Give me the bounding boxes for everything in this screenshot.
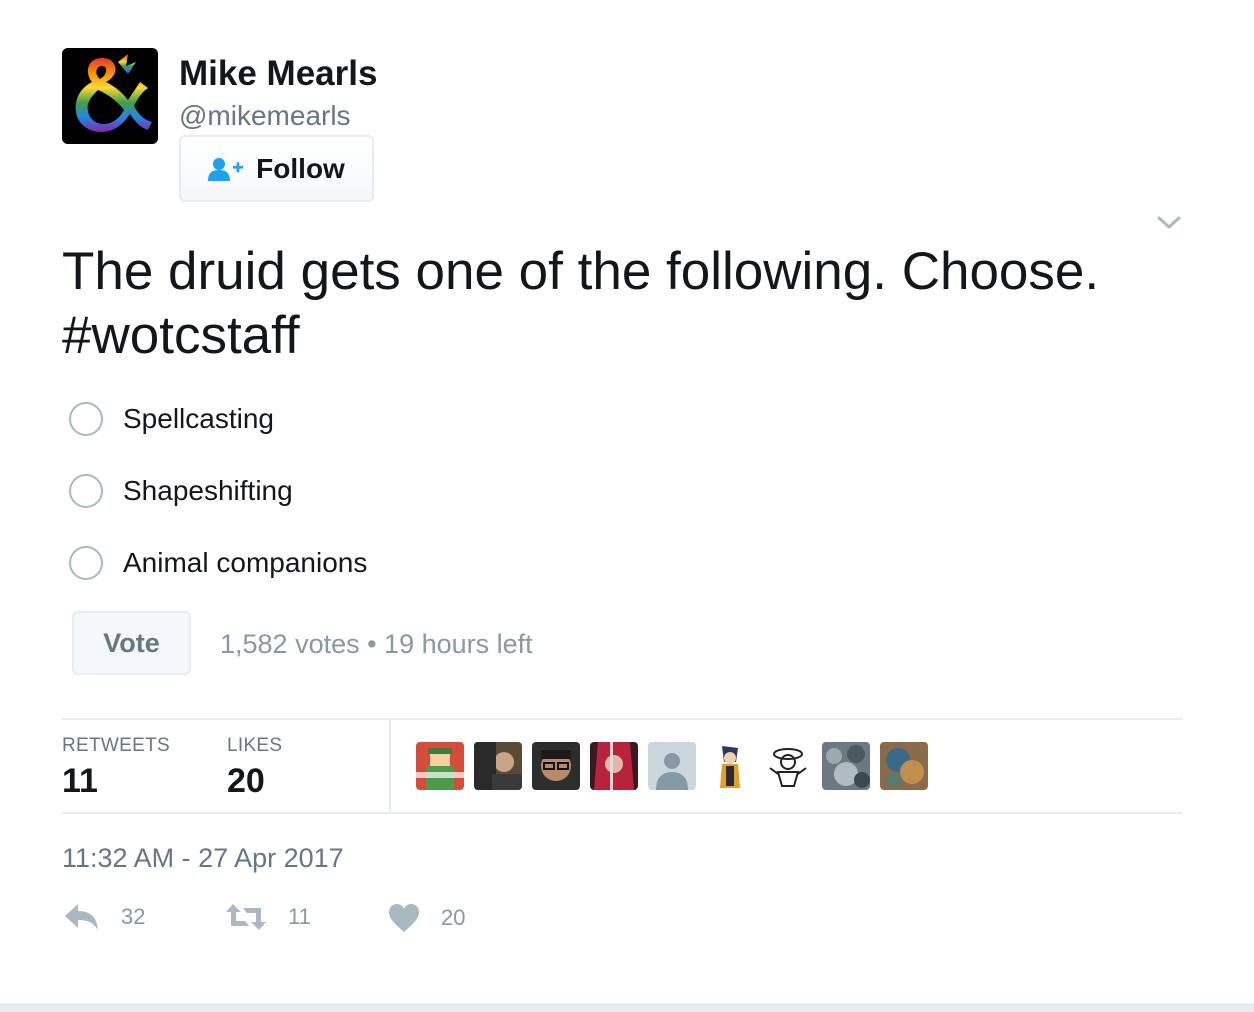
reply-count: 32 [121,904,146,929]
likers-avatars [416,742,938,790]
bottom-divider [0,1003,1254,1012]
liker-avatar[interactable] [532,742,580,790]
vote-button[interactable]: Vote [72,611,191,675]
retweet-icon [226,904,266,930]
liker-avatar[interactable] [590,742,638,790]
liker-avatar[interactable] [416,742,464,790]
retweets-count[interactable]: 11 [62,762,98,801]
tweet-text: The druid gets one of the following. Cho… [62,240,1182,368]
liker-avatar[interactable] [880,742,928,790]
hashtag-link[interactable]: #wotcstaff [62,304,1182,368]
divider [62,812,1182,814]
poll-option-label: Spellcasting [123,403,274,434]
likes-label[interactable]: LIKES [227,735,282,757]
follow-user-icon [208,157,244,181]
divider [389,719,391,813]
follow-button-label: Follow [256,152,345,184]
liker-avatar[interactable] [474,742,522,790]
tweet-timestamp[interactable]: 11:32 AM - 27 Apr 2017 [62,840,344,876]
liker-avatar[interactable] [706,742,754,790]
poll-radio[interactable] [69,474,103,508]
rainbow-ampersand-logo-icon [62,48,158,144]
poll-option-shapeshifting[interactable]: Shapeshifting [69,472,293,510]
heart-icon [389,904,419,932]
like-count: 20 [441,905,466,930]
author-handle[interactable]: @mikemearls [179,98,351,134]
chevron-down-icon[interactable] [1156,212,1182,232]
poll-option-label: Shapeshifting [123,475,293,506]
poll-radio[interactable] [69,402,103,436]
reply-icon [65,904,98,930]
poll-radio[interactable] [69,546,103,580]
reply-action[interactable]: 32 [65,904,145,930]
divider [62,718,1182,720]
author-avatar[interactable] [62,48,158,144]
like-action[interactable]: 20 [389,904,465,932]
poll-meta: 1,582 votes • 19 hours left [220,629,533,659]
retweet-action[interactable]: 11 [226,904,311,930]
follow-button[interactable]: Follow [179,135,374,202]
likes-count[interactable]: 20 [227,762,265,801]
author-display-name[interactable]: Mike Mearls [179,54,377,94]
tweet-body: The druid gets one of the following. Cho… [62,242,1100,301]
retweets-label[interactable]: RETWEETS [62,735,170,757]
liker-avatar[interactable] [764,742,812,790]
poll-option-animal-companions[interactable]: Animal companions [69,544,367,582]
poll-option-label: Animal companions [123,547,368,578]
liker-avatar[interactable] [822,742,870,790]
poll-option-spellcasting[interactable]: Spellcasting [69,400,274,438]
retweet-count: 11 [288,904,311,929]
default-avatar-icon[interactable] [648,742,696,790]
